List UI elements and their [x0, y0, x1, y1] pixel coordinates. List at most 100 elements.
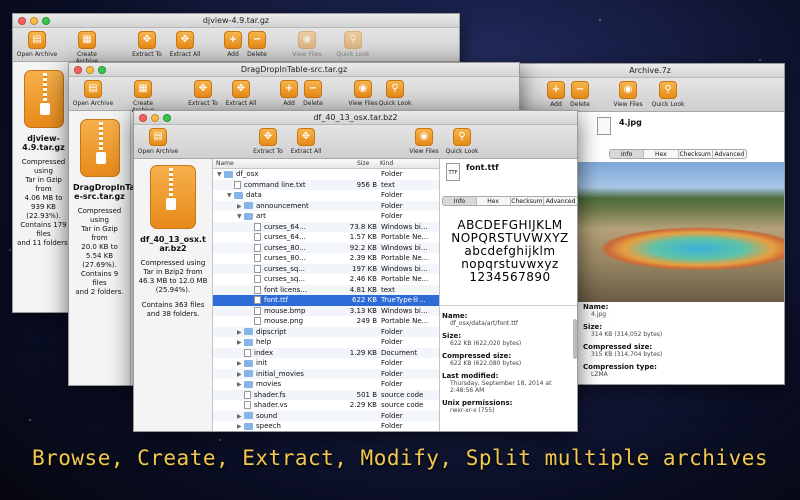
- view-files-button[interactable]: ◉ View Files: [285, 31, 329, 58]
- table-row[interactable]: curses_80... 2.39 KB Portable Ne...: [213, 253, 439, 264]
- folder-icon: ▤: [149, 128, 167, 146]
- close-icon[interactable]: [18, 17, 26, 25]
- row-size: 2.46 KB: [349, 275, 377, 283]
- table-row[interactable]: curses_64... 73.8 KB Windows bi...: [213, 221, 439, 232]
- summary-line: Contains 363 files: [141, 301, 205, 309]
- archive-icon: ▦: [78, 31, 96, 49]
- column-name[interactable]: Name: [216, 160, 234, 167]
- table-row[interactable]: command line.txt 956 B text: [213, 179, 439, 190]
- extract-all-button[interactable]: ✥ Extract All: [163, 31, 207, 58]
- folder-icon: [224, 170, 233, 178]
- table-row[interactable]: ▶ init Folder: [213, 358, 439, 369]
- file-icon: [254, 306, 261, 315]
- disclosure-triangle-icon[interactable]: ▶: [237, 422, 244, 431]
- tab-hex[interactable]: Hex: [644, 150, 679, 158]
- open-archive-button[interactable]: ▤ Open Archive: [15, 31, 59, 58]
- extract-all-button[interactable]: ✥ Extract All: [219, 80, 263, 107]
- delete-button[interactable]: − Delete: [558, 81, 602, 108]
- eye-icon: ◉: [619, 81, 637, 99]
- quick-look-button[interactable]: ⚲ Quick Look: [373, 80, 417, 107]
- table-row[interactable]: ▶ sound Folder: [213, 410, 439, 421]
- table-row[interactable]: ▶ speech Folder: [213, 421, 439, 431]
- row-kind: Portable Ne...: [381, 233, 429, 241]
- table-row[interactable]: ▼ data Folder: [213, 190, 439, 201]
- row-size: 197 KB: [352, 264, 377, 273]
- file-info: Name: 4.jpg Size: 314 KB (314,052 bytes) C…: [583, 303, 663, 378]
- tab-hex[interactable]: Hex: [477, 197, 511, 205]
- open-archive-button[interactable]: ▤ Open Archive: [71, 80, 115, 107]
- magnifier-icon: ⚲: [659, 81, 677, 99]
- window-titlebar[interactable]: df_40_13_osx.tar.bz2: [134, 111, 577, 125]
- table-row[interactable]: ▶ movies Folder: [213, 379, 439, 390]
- row-label: shader.vs: [254, 401, 288, 409]
- quick-look-button[interactable]: ⚲ Quick Look: [440, 128, 484, 155]
- window-titlebar[interactable]: DragDropInTable-src.tar.gz: [69, 63, 519, 77]
- row-name: font.ttf: [247, 295, 288, 306]
- row-name: mouse.png: [247, 316, 303, 327]
- close-icon[interactable]: [74, 66, 82, 74]
- row-label: curses_80...: [264, 254, 306, 262]
- row-label: df_osx: [236, 170, 259, 178]
- summary-line: 20.0 KB to 5.54 KB: [81, 243, 118, 260]
- scrollbar[interactable]: [573, 319, 577, 359]
- table-row[interactable]: ▼ art Folder: [213, 211, 439, 222]
- table-row[interactable]: font.ttf 622 KB TrueType®...: [213, 295, 439, 306]
- minimize-icon[interactable]: [86, 66, 94, 74]
- summary-line: 46.3 MB to 12.0 MB: [138, 277, 208, 285]
- open-archive-button[interactable]: ▤ Open Archive: [136, 128, 180, 155]
- delete-button[interactable]: − Delete: [291, 80, 335, 107]
- table-row[interactable]: ▼ df_osx Folder: [213, 169, 439, 180]
- table-row[interactable]: mouse.bmp 3.13 KB Windows bi...: [213, 305, 439, 316]
- tab-checksum[interactable]: Checksum: [511, 197, 545, 205]
- folder-icon: [244, 422, 253, 430]
- row-size: 92.2 KB: [349, 243, 377, 252]
- create-archive-button[interactable]: ▦Create Archive: [65, 31, 109, 65]
- close-icon[interactable]: [139, 114, 147, 122]
- table-row[interactable]: curses_sq... 2.46 KB Portable Ne...: [213, 274, 439, 285]
- window-titlebar[interactable]: djview-4.9.tar.gz: [13, 14, 459, 28]
- row-label: curses_64...: [264, 233, 306, 241]
- zoom-icon[interactable]: [98, 66, 106, 74]
- column-kind[interactable]: Kind: [380, 160, 393, 167]
- quick-look-button[interactable]: ⚲ Quick Look: [646, 81, 690, 108]
- table-row[interactable]: ▶ initial_movies Folder: [213, 368, 439, 379]
- table-row[interactable]: mouse.png 249 B Portable Ne...: [213, 316, 439, 327]
- row-name: curses_80...: [247, 243, 306, 254]
- tab-advanced[interactable]: Advanced: [544, 197, 577, 205]
- column-size[interactable]: Size: [357, 160, 369, 167]
- table-row[interactable]: font licens... 4.81 KB text: [213, 284, 439, 295]
- row-label: shader.fs: [254, 390, 286, 399]
- table-row[interactable]: curses_64... 1.57 KB Portable Ne...: [213, 232, 439, 243]
- zoom-icon[interactable]: [163, 114, 171, 122]
- zoom-icon[interactable]: [42, 17, 50, 25]
- delete-button[interactable]: − Delete: [235, 31, 279, 58]
- minimize-icon[interactable]: [151, 114, 159, 122]
- create-archive-button[interactable]: ▦Create Archive: [121, 80, 165, 114]
- table-row[interactable]: curses_sq... 197 KB Windows bi...: [213, 263, 439, 274]
- table-row[interactable]: curses_80... 92.2 KB Windows bi...: [213, 242, 439, 254]
- table-row[interactable]: ▶ dipscript Folder: [213, 326, 439, 337]
- row-kind: Windows bi...: [381, 264, 428, 273]
- folder-icon: [244, 338, 253, 346]
- row-size: 622 KB: [352, 296, 377, 304]
- row-name: curses_64...: [247, 232, 306, 243]
- table-row[interactable]: ▶ announcement Folder: [213, 200, 439, 211]
- tab-info[interactable]: Info: [610, 150, 645, 158]
- table-row[interactable]: ▶ help Folder: [213, 337, 439, 348]
- tab-info[interactable]: Info: [443, 197, 477, 205]
- view-files-button[interactable]: ◉ View Files: [606, 81, 650, 108]
- minimize-icon[interactable]: [30, 17, 38, 25]
- quick-look-button[interactable]: ⚲ Quick Look: [331, 31, 375, 58]
- extract-all-button[interactable]: ✥ Extract All: [284, 128, 328, 155]
- extract-all-icon: ✥: [176, 31, 194, 49]
- archive-name: DragDropInTabl e-src.tar.gz: [73, 183, 144, 201]
- preview-tabs: Info Hex Checksum Advanced: [609, 149, 747, 159]
- table-row[interactable]: shader.vs 2.29 KB source code: [213, 400, 439, 411]
- tab-advanced[interactable]: Advanced: [713, 150, 746, 158]
- tab-checksum[interactable]: Checksum: [679, 150, 713, 158]
- row-kind: Folder: [381, 201, 403, 210]
- eye-icon: ◉: [298, 31, 316, 49]
- table-row[interactable]: shader.fs 501 B source code: [213, 389, 439, 400]
- table-row[interactable]: index 1.29 KB Document: [213, 347, 439, 358]
- window-titlebar[interactable]: Archive.7z: [516, 64, 784, 78]
